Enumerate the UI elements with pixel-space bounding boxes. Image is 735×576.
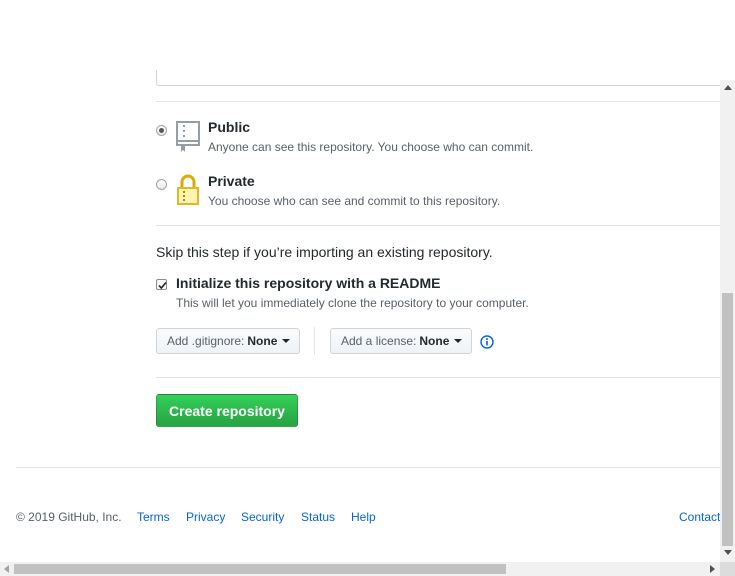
license-value: None bbox=[419, 334, 450, 348]
checkmark-icon bbox=[158, 281, 167, 290]
scroll-left-arrow-icon[interactable] bbox=[4, 565, 9, 573]
footer-link-privacy[interactable]: Privacy bbox=[186, 510, 225, 524]
readme-checkbox[interactable] bbox=[156, 279, 167, 290]
caret-down-icon bbox=[454, 339, 463, 343]
scroll-down-arrow-icon[interactable] bbox=[724, 550, 732, 555]
divider bbox=[156, 377, 720, 378]
import-hint: Skip this step if you’re importing an ex… bbox=[156, 244, 493, 260]
scrollbar-corner bbox=[720, 562, 735, 576]
select-divider bbox=[314, 327, 315, 355]
description-input[interactable] bbox=[156, 70, 720, 86]
footer-link-status[interactable]: Status bbox=[301, 510, 335, 524]
gitignore-select[interactable]: Add .gitignore: None bbox=[156, 328, 300, 354]
private-title: Private bbox=[208, 173, 255, 189]
scroll-up-arrow-icon[interactable] bbox=[724, 85, 732, 90]
gitignore-prefix: Add .gitignore: bbox=[167, 334, 245, 348]
vertical-scrollbar[interactable] bbox=[720, 80, 735, 562]
scroll-right-arrow-icon[interactable] bbox=[710, 565, 715, 573]
create-repository-button[interactable]: Create repository bbox=[156, 394, 298, 427]
license-prefix: Add a license: bbox=[341, 334, 417, 348]
lock-icon bbox=[176, 174, 200, 211]
divider bbox=[156, 101, 720, 102]
public-radio[interactable] bbox=[156, 125, 167, 136]
page-content: Public Anyone can see this repository. Y… bbox=[0, 0, 720, 562]
footer-link-help[interactable]: Help bbox=[351, 510, 376, 524]
divider bbox=[156, 225, 720, 226]
footer-link-contact[interactable]: Contact bbox=[679, 510, 720, 524]
private-note: You choose who can see and commit to thi… bbox=[208, 194, 501, 208]
vertical-scroll-thumb[interactable] bbox=[722, 293, 733, 546]
caret-down-icon bbox=[282, 339, 291, 343]
footer-link-security[interactable]: Security bbox=[241, 510, 284, 524]
license-select[interactable]: Add a license: None bbox=[330, 328, 472, 354]
private-radio[interactable] bbox=[156, 179, 167, 190]
readme-label: Initialize this repository with a README bbox=[176, 275, 441, 291]
info-icon[interactable] bbox=[480, 335, 494, 354]
repo-icon bbox=[176, 121, 200, 158]
public-note: Anyone can see this repository. You choo… bbox=[208, 140, 534, 154]
footer-copyright: © 2019 GitHub, Inc. bbox=[16, 510, 122, 524]
footer-link-terms[interactable]: Terms bbox=[137, 510, 170, 524]
horizontal-scrollbar[interactable] bbox=[0, 562, 720, 576]
readme-note: This will let you immediately clone the … bbox=[176, 296, 529, 310]
footer-divider bbox=[16, 467, 720, 468]
public-title: Public bbox=[208, 119, 251, 135]
horizontal-scroll-thumb[interactable] bbox=[14, 564, 506, 574]
gitignore-value: None bbox=[247, 334, 278, 348]
